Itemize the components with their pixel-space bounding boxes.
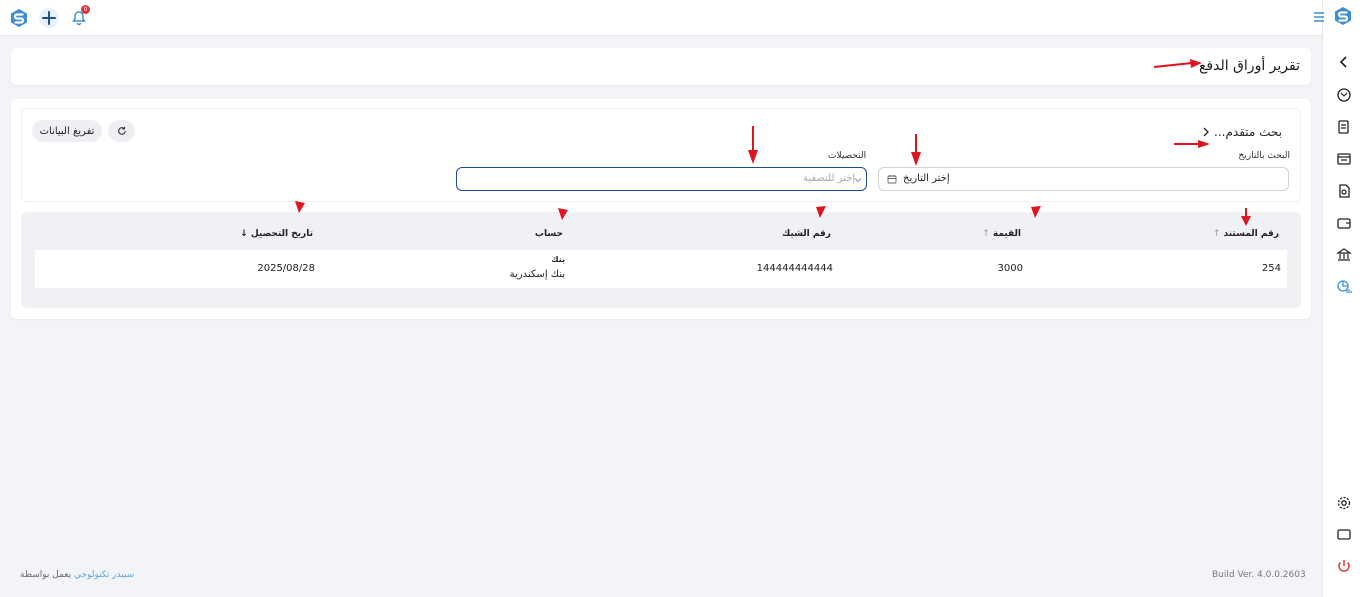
- table-row[interactable]: 254 3000 144444444444 بنك بنك إسكندرية 2…: [35, 250, 1287, 288]
- cell-account-type: بنك: [551, 255, 565, 264]
- document-search-icon[interactable]: [1334, 181, 1354, 201]
- filter-panel: بحث متقدم... تفريغ البيانات البحث بالتار…: [21, 108, 1301, 202]
- footer-credit: سبيدر تكنولوجي يعمل بواسطة: [20, 570, 134, 580]
- col-amount-label: القيمة: [992, 229, 1021, 239]
- build-version: Build Ver. 4.0.0.2603: [1212, 570, 1306, 580]
- notifications-button[interactable]: 0: [68, 5, 90, 29]
- add-button[interactable]: [38, 7, 60, 29]
- advanced-search-label: بحث متقدم...: [1214, 125, 1282, 139]
- col-header-account[interactable]: حساب: [535, 229, 563, 239]
- col-collection-date-label: تاريخ التحصيل: [250, 229, 313, 239]
- advanced-search-toggle[interactable]: بحث متقدم...: [1202, 125, 1282, 139]
- annotation-arrow: [558, 208, 568, 220]
- refresh-icon: [117, 126, 126, 135]
- refresh-button[interactable]: [108, 120, 135, 142]
- chevron-down-icon: [854, 178, 862, 183]
- col-header-collection-date[interactable]: تاريخ التحصيل ↓: [240, 229, 313, 239]
- annotation-arrow: [1031, 206, 1041, 218]
- annotation-arrow: [295, 201, 305, 213]
- cell-amount: 3000: [997, 263, 1023, 274]
- collections-select[interactable]: إختر للتصفية: [456, 167, 867, 191]
- bank-icon[interactable]: [1334, 245, 1354, 265]
- chevron-left-icon[interactable]: [1334, 52, 1354, 72]
- annotation-arrow: [816, 206, 826, 218]
- annotation-arrow: [1241, 208, 1251, 226]
- collections-placeholder: إختر للتصفية: [803, 173, 856, 184]
- top-bar: 0: [0, 0, 1322, 36]
- receipt-icon[interactable]: [1334, 117, 1354, 137]
- title-card: تقرير أوراق الدفع: [11, 48, 1311, 85]
- store-icon[interactable]: [1334, 149, 1354, 169]
- support-icon[interactable]: [1334, 85, 1354, 105]
- app-logo[interactable]: [9, 8, 29, 28]
- annotation-arrow: [911, 134, 921, 166]
- col-header-amount[interactable]: القيمة ↑: [982, 229, 1021, 239]
- date-search-label: البحث بالتاريخ: [1238, 151, 1290, 161]
- cell-account-name: بنك إسكندرية: [509, 269, 565, 280]
- date-placeholder: إختر التاريخ: [903, 173, 950, 184]
- collections-label: التحصيلات: [828, 151, 867, 161]
- menu-icon[interactable]: [1309, 7, 1329, 27]
- plus-icon: [39, 8, 59, 28]
- chevron-right-icon: [1203, 127, 1209, 137]
- app-logo[interactable]: [1333, 6, 1353, 26]
- col-header-check-no[interactable]: رقم الشيك: [782, 229, 831, 239]
- annotation-arrow: [1153, 59, 1202, 68]
- clear-data-button[interactable]: تفريغ البيانات: [32, 120, 102, 142]
- col-doc-no-label: رقم المستند: [1223, 229, 1279, 239]
- col-header-doc-no[interactable]: رقم المستند ↑: [1213, 229, 1279, 239]
- sidebar: [1314, 0, 1364, 597]
- notification-badge: 0: [81, 5, 90, 14]
- report-chart-icon[interactable]: [1334, 277, 1354, 297]
- payments-table: رقم المستند ↑ القيمة ↑ رقم الشيك حساب تا…: [21, 212, 1301, 308]
- page-title: تقرير أوراق الدفع: [1198, 58, 1300, 74]
- annotation-arrow: [1174, 140, 1210, 148]
- wallet-icon[interactable]: [1334, 213, 1354, 233]
- calendar-icon: [887, 175, 897, 184]
- annotation-arrow: [748, 126, 758, 164]
- cell-doc-no: 254: [1261, 263, 1281, 274]
- gear-icon[interactable]: [1334, 493, 1354, 513]
- sort-down-icon: ↓: [240, 229, 248, 239]
- company-link[interactable]: سبيدر تكنولوجي: [74, 570, 134, 580]
- powered-by-text: يعمل بواسطة: [20, 570, 72, 580]
- report-card: بحث متقدم... تفريغ البيانات البحث بالتار…: [11, 99, 1311, 319]
- monitor-icon[interactable]: [1334, 525, 1354, 545]
- sort-up-icon: ↑: [1212, 229, 1221, 239]
- cell-collection-date: 2025/08/28: [257, 263, 315, 274]
- date-input[interactable]: إختر التاريخ: [878, 167, 1289, 191]
- sort-up-icon: ↑: [982, 229, 990, 239]
- power-icon[interactable]: [1334, 556, 1354, 576]
- cell-check-no: 144444444444: [756, 263, 833, 274]
